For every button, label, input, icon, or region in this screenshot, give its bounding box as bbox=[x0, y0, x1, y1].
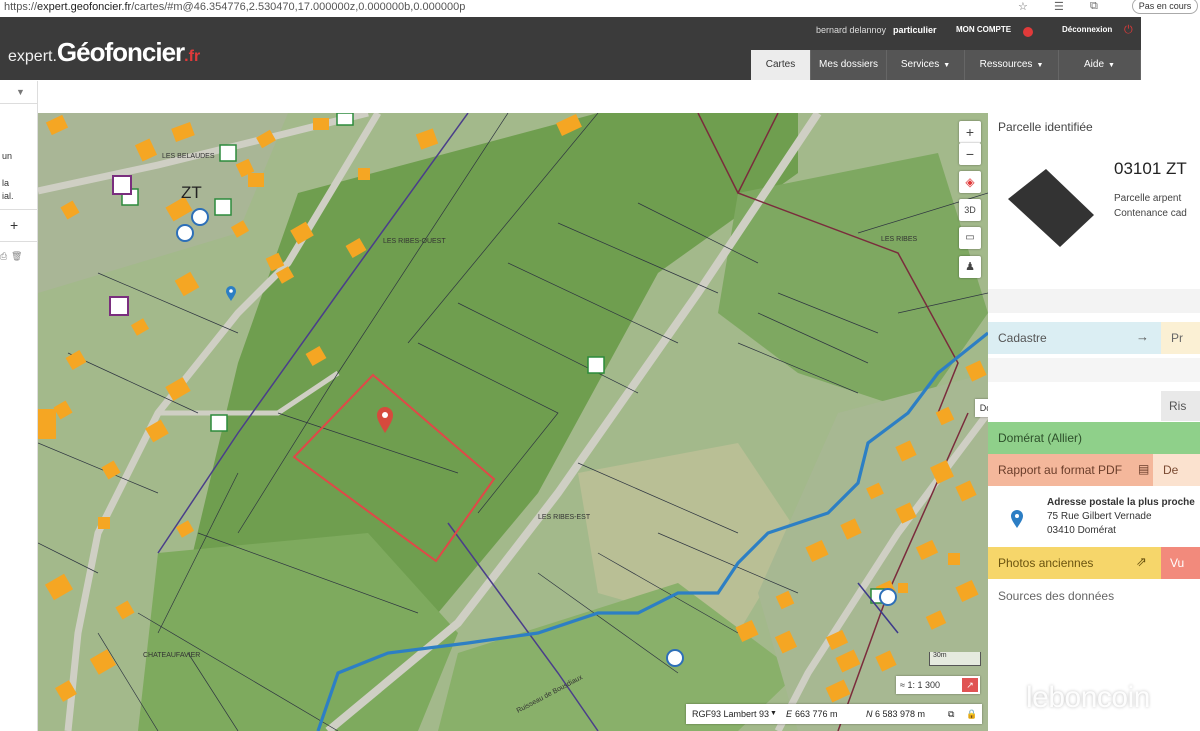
print-icon[interactable]: ⎙ bbox=[0, 251, 7, 262]
user-name: bernard delannoy bbox=[816, 25, 887, 35]
3d-view-icon[interactable]: 3D bbox=[959, 199, 981, 221]
divider bbox=[0, 209, 38, 210]
place-label: LES RIBES-OUEST bbox=[383, 238, 446, 245]
scale-bar: 30m bbox=[929, 652, 981, 666]
trash-icon[interactable]: 🗑 bbox=[11, 251, 22, 262]
address-city: 03410 Domérat bbox=[1047, 525, 1116, 536]
easting-label: E bbox=[786, 709, 793, 719]
copy-icon[interactable]: ⧉ bbox=[948, 704, 954, 724]
map-canvas[interactable]: Ruisseau de Bousdiaux bbox=[38, 113, 988, 731]
risk-row: Ris bbox=[988, 391, 1200, 421]
add-icon[interactable]: + bbox=[10, 217, 18, 233]
account-link[interactable]: MON COMPTE bbox=[956, 25, 1011, 34]
northing-label: N bbox=[866, 709, 873, 719]
projection-select[interactable]: RGF93 Lambert 93 bbox=[692, 704, 769, 724]
browser-url-bar[interactable]: https://expert.geofoncier.fr/cartes/#m@4… bbox=[0, 0, 1200, 16]
section-label: ZT bbox=[181, 183, 202, 202]
report-side[interactable]: De bbox=[1153, 454, 1200, 486]
user-type: particulier bbox=[893, 25, 937, 35]
map-view[interactable]: Ruisseau de Bousdiaux LES BELAUDES LES R… bbox=[38, 113, 988, 731]
power-icon[interactable]: ⏻ bbox=[1124, 24, 1133, 37]
parcel-panel: Parcelle identifiée 03101 ZT Parcelle ar… bbox=[988, 113, 1200, 731]
url-text[interactable]: https://expert.geofoncier.fr/cartes/#m@4… bbox=[4, 1, 465, 13]
compass-icon[interactable]: ◈ bbox=[959, 171, 981, 193]
logo[interactable]: expert.Géofoncier.fr bbox=[8, 37, 200, 68]
pdf-icon[interactable]: ▤ bbox=[1138, 462, 1149, 476]
divider bbox=[0, 103, 38, 104]
close-scale-icon[interactable]: ↗ bbox=[962, 678, 978, 692]
left-text-1: un bbox=[2, 151, 13, 161]
scale-control[interactable]: ≈ 1: 1 300 ↗ bbox=[896, 676, 980, 694]
sources-link[interactable]: Sources des données bbox=[988, 589, 1200, 609]
streetview-icon[interactable]: ♟ bbox=[959, 256, 981, 278]
parcel-id: 03101 ZT bbox=[1114, 159, 1187, 178]
tab-mes-dossiers[interactable]: Mes dossiers bbox=[811, 50, 887, 80]
report-label: Rapport au format PDF bbox=[998, 463, 1123, 477]
left-text-3: ial. bbox=[2, 191, 14, 201]
chevron-down-icon[interactable]: ▼ bbox=[770, 704, 777, 724]
easting-value: 663 776 m bbox=[795, 709, 838, 719]
ruler-icon[interactable]: ▭ bbox=[959, 227, 981, 249]
scale-value: 1 300 bbox=[917, 680, 940, 690]
commune-row[interactable]: Domérat (Allier) bbox=[988, 422, 1200, 454]
address-pin-icon bbox=[1011, 510, 1023, 528]
parcel-shape-icon bbox=[1008, 169, 1094, 247]
zoom-out-button[interactable]: − bbox=[959, 143, 981, 165]
faded-row bbox=[988, 289, 1200, 313]
parcel-line1: Parcelle arpent bbox=[1114, 193, 1182, 204]
chevron-down-icon[interactable]: ▼ bbox=[16, 87, 25, 97]
left-panel: ▼ un la ial. + ⎙ 🗑 bbox=[0, 81, 38, 731]
tab-cartes[interactable]: Cartes bbox=[751, 50, 811, 80]
northing-value: 6 583 978 m bbox=[875, 709, 926, 719]
reading-list-icon[interactable]: ☰ bbox=[1054, 0, 1064, 13]
extensions-icon[interactable]: ⧉ bbox=[1090, 0, 1098, 13]
app-header: expert.Géofoncier.fr bernard delannoy pa… bbox=[0, 17, 1200, 81]
commune-label: Domérat (Allier) bbox=[998, 431, 1083, 445]
lock-icon[interactable]: 🔒 bbox=[966, 704, 977, 724]
address-title: Adresse postale la plus proche bbox=[1047, 497, 1195, 508]
arrow-right-icon[interactable]: → bbox=[1136, 329, 1149, 344]
zoom-in-button[interactable]: + bbox=[959, 121, 981, 143]
scale-prefix: ≈ 1: bbox=[900, 680, 915, 690]
cadastre-side[interactable]: Pr bbox=[1161, 322, 1200, 354]
address-street: 75 Rue Gilbert Vernade bbox=[1047, 511, 1152, 522]
place-label: LES RIBES-EST bbox=[538, 514, 591, 521]
address-row: Adresse postale la plus proche 75 Rue Gi… bbox=[988, 487, 1200, 547]
sync-paused-button[interactable]: Pas en cours bbox=[1132, 0, 1198, 14]
tab-aide[interactable]: Aide ▼ bbox=[1059, 50, 1141, 80]
faded-row bbox=[988, 358, 1200, 382]
parcel-line2: Contenance cad bbox=[1114, 208, 1187, 219]
tab-ressources[interactable]: Ressources ▼ bbox=[965, 50, 1059, 80]
cadastre-label: Cadastre bbox=[998, 331, 1047, 345]
cadastre-row[interactable]: Cadastre → Pr bbox=[988, 322, 1200, 354]
risk-label[interactable]: Ris bbox=[1161, 391, 1200, 421]
photos-side[interactable]: Vu bbox=[1161, 547, 1200, 579]
panel-title: Parcelle identifiée bbox=[998, 120, 1093, 134]
coordinate-bar: RGF93 Lambert 93 ▼ E 663 776 m N 6 583 9… bbox=[686, 704, 982, 724]
town-tooltip: Domérat bbox=[975, 399, 988, 417]
report-row[interactable]: Rapport au format PDF ▤ De bbox=[988, 454, 1200, 486]
divider bbox=[0, 241, 38, 242]
left-text-2: la bbox=[2, 178, 10, 188]
watermark-logo: leboncoin bbox=[1026, 681, 1150, 714]
logout-link[interactable]: Déconnexion bbox=[1062, 25, 1112, 34]
place-label: LES RIBES bbox=[881, 236, 918, 243]
place-label: LES BELAUDES bbox=[162, 153, 215, 160]
tab-services[interactable]: Services ▼ bbox=[887, 50, 965, 80]
external-link-icon[interactable]: ⇗ bbox=[1136, 554, 1147, 570]
photos-row[interactable]: Photos anciennes ⇗ Vu bbox=[988, 547, 1200, 579]
photos-label: Photos anciennes bbox=[998, 556, 1094, 570]
place-label: CHATEAUFAVIER bbox=[143, 652, 201, 659]
star-icon[interactable]: ☆ bbox=[1018, 0, 1028, 13]
